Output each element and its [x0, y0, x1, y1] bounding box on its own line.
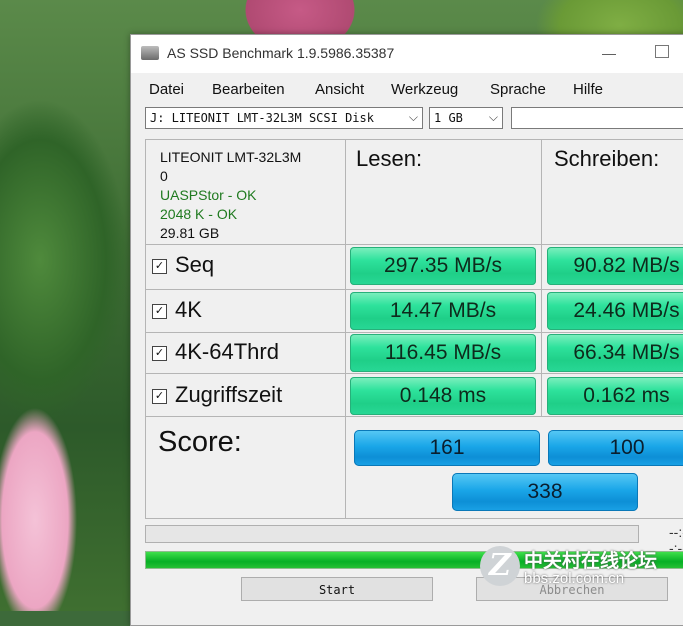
drive-select[interactable]: J: LITEONIT LMT-32L3M SCSI Disk ⌵	[145, 107, 423, 129]
zol-logo-icon: Z	[480, 546, 520, 586]
checkbox-4k[interactable]: ✓	[152, 304, 167, 319]
test-4k-64thrd[interactable]: ✓ 4K-64Thrd	[152, 339, 279, 365]
forum-watermark: Z 中关村在线论坛 bbs.zol.com.cn	[476, 540, 683, 600]
size-select[interactable]: 1 GB ⌵	[429, 107, 503, 129]
score-write: 100	[548, 430, 683, 466]
menu-bar: Datei Bearbeiten Ansicht Werkzeug Sprach…	[131, 77, 683, 101]
watermark-url: bbs.zol.com.cn	[524, 570, 625, 587]
column-divider	[541, 140, 542, 416]
test-access-time[interactable]: ✓ Zugriffszeit	[152, 382, 282, 408]
drive-capacity: 29.81 GB	[160, 225, 220, 241]
drive-firmware: 0	[160, 168, 168, 184]
drive-select-value: J: LITEONIT LMT-32L3M SCSI Disk	[150, 111, 374, 125]
column-divider	[345, 140, 346, 518]
alignment-status: 2048 K - OK	[160, 206, 238, 222]
drive-app-icon	[141, 46, 159, 60]
row-divider	[146, 373, 683, 374]
as-ssd-window: AS SSD Benchmark 1.9.5986.35387 — Datei …	[130, 34, 683, 626]
checkbox-seq[interactable]: ✓	[152, 259, 167, 274]
results-panel: LITEONIT LMT-32L3M 0 UASPStor - OK 2048 …	[145, 139, 683, 519]
test-access-time-label: Zugriffszeit	[175, 382, 283, 407]
read-column-header: Lesen:	[356, 146, 423, 171]
menu-sprache[interactable]: Sprache	[490, 81, 546, 98]
result-access-time-write: 0.162 ms	[547, 377, 683, 415]
result-4k-write: 24.46 MB/s	[547, 292, 683, 330]
menu-hilfe[interactable]: Hilfe	[573, 81, 603, 98]
window-title: AS SSD Benchmark 1.9.5986.35387	[167, 45, 395, 61]
row-divider	[146, 416, 683, 417]
test-4k[interactable]: ✓ 4K	[152, 297, 202, 323]
chevron-down-icon: ⌵	[408, 110, 418, 124]
driver-status: UASPStor - OK	[160, 187, 257, 203]
maximize-button[interactable]	[655, 45, 669, 58]
score-read: 161	[354, 430, 540, 466]
row-divider	[146, 332, 683, 333]
checkbox-access-time[interactable]: ✓	[152, 389, 167, 404]
menu-werkzeug[interactable]: Werkzeug	[391, 81, 458, 98]
row-divider	[146, 289, 683, 290]
result-seq-write: 90.82 MB/s	[547, 247, 683, 285]
write-column-header: Schreiben:	[554, 146, 660, 171]
result-seq-read: 297.35 MB/s	[350, 247, 536, 285]
row-divider	[146, 244, 683, 245]
test-4k-64thrd-label: 4K-64Thrd	[175, 339, 279, 364]
score-total: 338	[452, 473, 638, 511]
test-seq-label: Seq	[175, 252, 215, 277]
drive-model: LITEONIT LMT-32L3M	[160, 149, 302, 165]
result-4k-64thrd-write: 66.34 MB/s	[547, 334, 683, 372]
checkbox-4k-64thrd[interactable]: ✓	[152, 346, 167, 361]
chevron-down-icon: ⌵	[488, 110, 498, 124]
test-4k-label: 4K	[175, 297, 202, 322]
result-access-time-read: 0.148 ms	[350, 377, 536, 415]
start-button[interactable]: Start	[241, 577, 433, 601]
size-select-value: 1 GB	[434, 111, 463, 125]
menu-datei[interactable]: Datei	[149, 81, 184, 98]
menu-bearbeiten[interactable]: Bearbeiten	[212, 81, 285, 98]
drive-info: LITEONIT LMT-32L3M 0 UASPStor - OK 2048 …	[160, 148, 301, 243]
menu-ansicht[interactable]: Ansicht	[315, 81, 364, 98]
minimize-button[interactable]: —	[599, 45, 619, 61]
test-seq[interactable]: ✓ Seq	[152, 252, 214, 278]
score-label: Score:	[158, 426, 242, 458]
extra-field[interactable]	[511, 107, 683, 129]
result-4k-64thrd-read: 116.45 MB/s	[350, 334, 536, 372]
title-bar[interactable]: AS SSD Benchmark 1.9.5986.35387 —	[131, 35, 683, 73]
watermark-name: 中关村在线论坛	[524, 551, 658, 572]
result-4k-read: 14.47 MB/s	[350, 292, 536, 330]
